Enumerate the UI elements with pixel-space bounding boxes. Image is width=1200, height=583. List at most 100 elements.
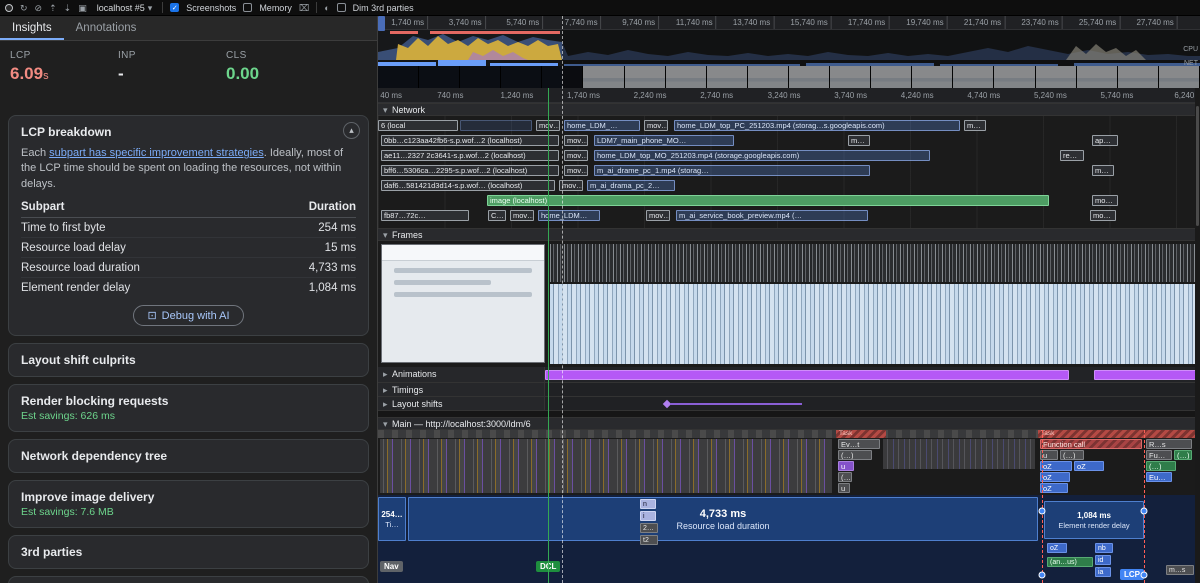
network-request[interactable]: LDM7_main_phone_MO… bbox=[594, 135, 734, 146]
insight-card-3rd-parties[interactable]: 3rd parties bbox=[8, 535, 369, 569]
timings-section-header[interactable]: Timings bbox=[378, 383, 545, 396]
layout-shifts-section-header[interactable]: Layout shifts bbox=[378, 397, 545, 410]
network-request[interactable]: mov… bbox=[564, 135, 588, 146]
flame-node[interactable]: (…) bbox=[1146, 461, 1176, 471]
panel-resize-handle[interactable] bbox=[378, 16, 385, 31]
network-request[interactable]: 0bb…c123aa42fb6-s.p.wof…2 (localhost) bbox=[381, 135, 559, 146]
lcp-subpart-span[interactable]: 4,733 msResource load duration bbox=[408, 497, 1038, 541]
flame-node[interactable]: (…) bbox=[838, 472, 852, 482]
subpart-strategies-link[interactable]: subpart has specific improvement strateg… bbox=[49, 147, 264, 159]
flame-node[interactable]: Function call bbox=[1040, 439, 1142, 449]
metric-inp[interactable]: INP - bbox=[110, 50, 218, 84]
insight-card-render-blocking-requests[interactable]: Render blocking requests Est savings: 62… bbox=[8, 384, 369, 432]
metric-cls[interactable]: CLS 0.00 bbox=[218, 50, 326, 84]
flame-node[interactable]: n bbox=[640, 499, 656, 509]
live-metrics-icon[interactable]: ▣ bbox=[78, 3, 87, 13]
table-row[interactable]: Time to first byte254 ms bbox=[21, 218, 356, 238]
task-segment[interactable]: Task bbox=[836, 430, 886, 438]
table-row[interactable]: Resource load duration4,733 ms bbox=[21, 258, 356, 278]
network-request[interactable]: home_LDM_top_PC_251203.mp4 (storag…s.goo… bbox=[674, 120, 960, 131]
animations-section-header[interactable]: Animations bbox=[378, 367, 545, 382]
memory-checkbox[interactable] bbox=[243, 3, 252, 12]
table-row[interactable]: Resource load delay15 ms bbox=[21, 238, 356, 258]
lcp-subpart-span[interactable]: 1,084 msElement render delay bbox=[1044, 501, 1144, 539]
network-request[interactable]: C… bbox=[488, 210, 506, 221]
insight-card-improve-image-delivery[interactable]: Improve image delivery Est savings: 7.6 … bbox=[8, 480, 369, 528]
debug-with-ai-button[interactable]: ⊡Debug with AI bbox=[133, 305, 243, 326]
network-request[interactable]: m… bbox=[964, 120, 986, 131]
flame-node[interactable]: m…s bbox=[1166, 565, 1194, 575]
network-request[interactable]: home_LDM_top_MO_251203.mp4 (storage.goog… bbox=[594, 150, 930, 161]
flame-node[interactable]: nb bbox=[1095, 543, 1113, 553]
network-request[interactable]: m… bbox=[1092, 165, 1114, 176]
flame-node[interactable]: Ev…t bbox=[838, 439, 880, 449]
tab-annotations[interactable]: Annotations bbox=[64, 16, 149, 40]
detail-time-ruler[interactable]: 40 ms740 ms1,240 ms1,740 ms2,240 ms2,740… bbox=[378, 88, 1200, 103]
network-request[interactable]: mov… bbox=[564, 165, 588, 176]
frame-duration-bars[interactable] bbox=[550, 244, 1197, 282]
insight-card-forced-reflow[interactable]: Forced reflow bbox=[8, 576, 369, 583]
filmstrip-thumbnail[interactable] bbox=[378, 66, 419, 88]
animation-bar[interactable] bbox=[1094, 370, 1198, 380]
flame-node[interactable]: (…) bbox=[1060, 450, 1084, 460]
flame-node[interactable]: u bbox=[838, 483, 850, 493]
flame-node[interactable]: (…) bbox=[1174, 450, 1192, 460]
network-request[interactable]: bff6…5306ca…2295-s.p.wof…2 (localhost) bbox=[381, 165, 559, 176]
flame-node[interactable]: u bbox=[838, 461, 854, 471]
flame-node[interactable]: R…s bbox=[1146, 439, 1192, 449]
network-request[interactable]: daf6…581421d3d14-s.p.wof… (localhost) bbox=[381, 180, 555, 191]
range-handle[interactable] bbox=[1039, 508, 1046, 515]
network-request[interactable]: mov… bbox=[644, 120, 668, 131]
flame-node[interactable]: t2 bbox=[640, 535, 658, 545]
scrollbar-thumb[interactable] bbox=[1196, 106, 1199, 226]
network-request[interactable]: m… bbox=[848, 135, 870, 146]
frames-section-header[interactable]: Frames bbox=[378, 228, 1200, 241]
record-icon[interactable] bbox=[5, 4, 13, 12]
network-request[interactable]: mov… bbox=[510, 210, 534, 221]
dim-3rd-parties-checkbox[interactable] bbox=[337, 3, 346, 12]
network-request[interactable]: mov… bbox=[646, 210, 670, 221]
profile-selector[interactable]: localhost #5 ▾ bbox=[94, 3, 156, 13]
flame-node[interactable]: oZ bbox=[1047, 543, 1067, 553]
network-request[interactable]: 6 (local bbox=[378, 120, 458, 131]
flame-node[interactable]: oZ bbox=[1040, 472, 1070, 482]
save-profile-icon[interactable]: ⇣ bbox=[64, 3, 72, 13]
filmstrip-thumbnail[interactable] bbox=[419, 66, 460, 88]
network-request[interactable]: mo… bbox=[1092, 195, 1118, 206]
vertical-scrollbar[interactable] bbox=[1195, 88, 1200, 583]
metric-lcp[interactable]: LCP 6.09s bbox=[2, 50, 110, 84]
animation-bar[interactable] bbox=[545, 370, 1069, 380]
filmstrip-thumbnail[interactable] bbox=[460, 66, 501, 88]
timeline-marker-nav[interactable]: Nav bbox=[380, 561, 403, 572]
flame-node[interactable]: ia bbox=[1095, 567, 1111, 577]
flame-node[interactable]: Fu… bbox=[1146, 450, 1172, 460]
frame-preview-thumbnail[interactable] bbox=[381, 244, 545, 363]
flame-node[interactable]: oZ bbox=[1040, 461, 1072, 471]
insight-card-network-dependency-tree[interactable]: Network dependency tree bbox=[8, 439, 369, 473]
collect-garbage-icon[interactable]: ⌧ bbox=[299, 3, 309, 13]
network-request[interactable]: re… bbox=[1060, 150, 1084, 161]
flame-node[interactable]: 2… bbox=[640, 523, 658, 533]
flame-node[interactable]: (…) bbox=[838, 450, 872, 460]
collapse-card-button[interactable]: ▴ bbox=[343, 122, 360, 139]
network-request[interactable]: m_ai_drama_pc_2… bbox=[587, 180, 675, 191]
network-request[interactable]: home_LDM_… bbox=[564, 120, 640, 131]
range-handle[interactable] bbox=[1141, 572, 1148, 579]
network-request[interactable] bbox=[460, 120, 532, 131]
network-request[interactable]: m_ai_service_book_preview.mp4 (… bbox=[676, 210, 868, 221]
flame-node[interactable]: (an…us) bbox=[1047, 557, 1093, 567]
task-segment[interactable]: Task bbox=[1038, 430, 1200, 438]
network-request[interactable]: fb87…72c… bbox=[381, 210, 469, 221]
screenshots-checkbox[interactable]: ✓ bbox=[170, 3, 179, 12]
flame-node[interactable]: id bbox=[1095, 555, 1111, 565]
clear-icon[interactable]: ⊘ bbox=[35, 3, 43, 13]
lcp-subpart-span[interactable]: 254…Ti… bbox=[378, 497, 406, 541]
insight-card-layout-shift-culprits[interactable]: Layout shift culprits bbox=[8, 343, 369, 377]
load-profile-icon[interactable]: ⇡ bbox=[49, 3, 57, 13]
flame-node[interactable]: oZ bbox=[1040, 483, 1068, 493]
flame-node[interactable]: Eu… bbox=[1146, 472, 1172, 482]
flame-node[interactable]: i bbox=[640, 511, 656, 521]
network-request[interactable]: m_ai_drame_pc_1.mp4 (storag… bbox=[594, 165, 870, 176]
reload-and-record-icon[interactable]: ↻ bbox=[20, 3, 28, 13]
network-request[interactable]: mov… bbox=[564, 150, 588, 161]
